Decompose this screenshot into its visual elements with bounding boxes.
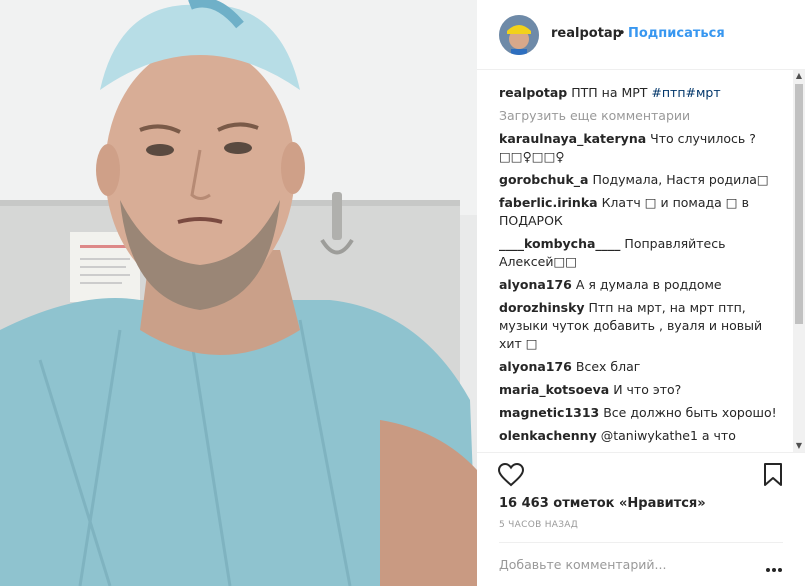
- load-more-comments-link[interactable]: Загрузить еще комментарии: [499, 107, 781, 125]
- comment-text: Все должно быть хорошо!: [603, 405, 777, 420]
- post-timestamp[interactable]: 5 ЧАСОВ НАЗАД: [499, 520, 578, 530]
- scroll-down-arrow-icon[interactable]: ▼: [793, 440, 805, 452]
- post-header: realpotap • Подписаться: [477, 0, 805, 70]
- comment-text: И что это?: [613, 382, 682, 397]
- comment-item: gorobchuk_a Подумала, Настя родила□: [499, 171, 781, 189]
- comment-item: ____kombycha____ Поправляйтесь Алексей□□: [499, 235, 781, 271]
- comment-username[interactable]: maria_kotsoeva: [499, 382, 609, 397]
- likes-count[interactable]: 16 463 отметок «Нравится»: [499, 496, 706, 511]
- caption-text: ПТП на МРТ: [571, 85, 648, 100]
- caption-hashtags[interactable]: #птп#мрт: [651, 85, 720, 100]
- comment-text: А я думала в роддоме: [575, 277, 722, 292]
- post-panel: realpotap • Подписаться realpotap ПТП на…: [477, 0, 805, 586]
- comment-item: dorozhinsky Птп на мрт, на мрт птп, музы…: [499, 299, 781, 353]
- comment-text: Всех благ: [575, 359, 641, 374]
- add-comment-bar: [499, 542, 783, 586]
- comment-username[interactable]: alyona176: [499, 277, 572, 292]
- scroll-up-arrow-icon[interactable]: ▲: [793, 70, 805, 82]
- caption-username[interactable]: realpotap: [499, 85, 567, 100]
- comment-username[interactable]: olenkachenny: [499, 428, 597, 443]
- comment-item: alyona176 А я думала в роддоме: [499, 276, 781, 294]
- avatar-image: [499, 15, 539, 55]
- author-username[interactable]: realpotap: [551, 26, 622, 41]
- comment-text: @taniwykathe1 а что: [600, 428, 736, 443]
- comments-scrollbar[interactable]: ▲ ▼: [793, 70, 805, 452]
- comment-item: faberlic.irinka Клатч □ и помада □ в ПОД…: [499, 194, 781, 230]
- post-photo-illustration: [0, 0, 477, 586]
- caption: realpotap ПТП на МРТ #птп#мрт: [499, 84, 781, 102]
- heart-icon[interactable]: [497, 462, 525, 487]
- comment-item: maria_kotsoeva И что это?: [499, 381, 781, 399]
- author-avatar[interactable]: [499, 15, 539, 55]
- comment-item: magnetic1313 Все должно быть хорошо!: [499, 404, 781, 422]
- more-options-icon[interactable]: [765, 561, 783, 572]
- comment-username[interactable]: karaulnaya_kateryna: [499, 131, 646, 146]
- comment-item: olenkachenny @taniwykathe1 а что: [499, 427, 781, 445]
- post-photo: [0, 0, 477, 586]
- scrollbar-thumb[interactable]: [795, 84, 803, 324]
- comment-username[interactable]: ____kombycha____: [499, 236, 620, 251]
- comment-username[interactable]: faberlic.irinka: [499, 195, 598, 210]
- comments-list: realpotap ПТП на МРТ #птп#мрт Загрузить …: [499, 84, 781, 452]
- comment-username[interactable]: magnetic1313: [499, 405, 599, 420]
- bookmark-icon[interactable]: [763, 463, 783, 487]
- comment-item: karaulnaya_kateryna Что случилось ?□□♀□□…: [499, 130, 781, 166]
- comment-item: alyona176 Всех благ: [499, 358, 781, 376]
- post-actions: [477, 452, 805, 498]
- comment-input[interactable]: [499, 557, 749, 572]
- comment-username[interactable]: gorobchuk_a: [499, 172, 588, 187]
- comment-text: Подумала, Настя родила□: [592, 172, 769, 187]
- follow-button[interactable]: Подписаться: [628, 26, 725, 41]
- comment-username[interactable]: dorozhinsky: [499, 300, 585, 315]
- separator-dot: •: [618, 26, 626, 41]
- comment-username[interactable]: alyona176: [499, 359, 572, 374]
